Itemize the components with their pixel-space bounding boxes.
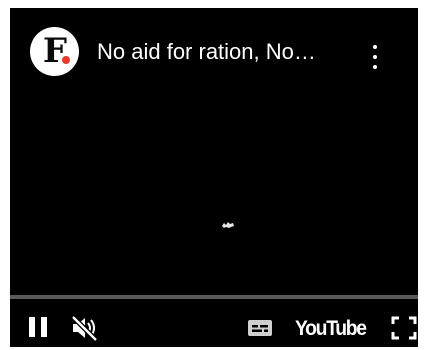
muted-speaker-icon	[71, 315, 98, 342]
youtube-logo[interactable]: YouTube	[295, 316, 369, 342]
video-title[interactable]: No aid for ration, No…	[97, 38, 355, 66]
more-vertical-icon-dot-bottom	[373, 65, 377, 69]
pause-icon-bar-right	[41, 317, 47, 337]
pause-icon-bar-left	[29, 317, 35, 337]
subtitles-button[interactable]	[246, 315, 274, 341]
video-frame[interactable]	[10, 88, 418, 293]
progress-bar[interactable]	[10, 295, 418, 299]
pause-button[interactable]	[27, 317, 49, 339]
mute-button[interactable]	[70, 314, 102, 342]
player-top-bar: F No aid for ration, No…	[10, 8, 418, 88]
fullscreen-icon	[391, 316, 417, 340]
more-vertical-icon-dot-middle	[373, 55, 377, 59]
more-vertical-icon-dot-top	[373, 45, 377, 49]
video-player[interactable]: F No aid for ration, No… YouTube	[10, 8, 418, 347]
avatar-letter: F	[42, 31, 67, 71]
subtitles-icon	[248, 320, 272, 336]
more-options-button[interactable]	[362, 42, 388, 72]
avatar-dot	[62, 56, 70, 64]
video-content-speck	[222, 222, 234, 228]
player-controls: YouTube	[10, 306, 418, 346]
channel-avatar[interactable]: F	[30, 27, 79, 76]
fullscreen-button[interactable]	[390, 314, 418, 342]
